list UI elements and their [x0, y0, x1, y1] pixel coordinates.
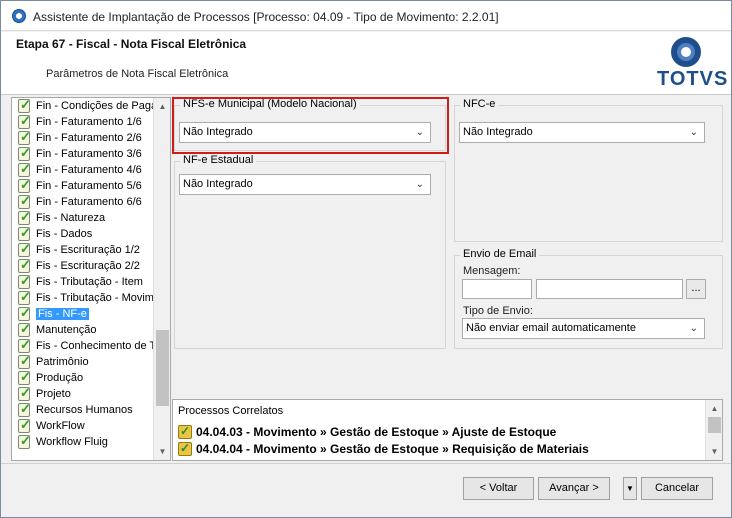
list-item[interactable]: Fis - Tributação - Item: [12, 273, 170, 290]
list-item[interactable]: Projeto: [12, 385, 170, 402]
wizard-window: Assistente de Implantação de Processos […: [0, 0, 732, 518]
totvs-logo-icon: [671, 37, 701, 67]
list-item[interactable]: Fis - Escrituração 2/2: [12, 257, 170, 274]
nfe-estadual-select[interactable]: Não Integrado ⌄: [179, 174, 431, 195]
email-group-title: Envio de Email: [460, 248, 540, 260]
check-icon: [18, 129, 31, 145]
chevron-down-icon: ⌄: [415, 179, 424, 190]
list-item[interactable]: Fin - Faturamento 4/6: [12, 161, 170, 178]
check-icon: [18, 209, 31, 225]
check-icon: [18, 177, 31, 193]
list-item-selected[interactable]: Fis - NF-e: [12, 305, 170, 322]
process-icon: [178, 440, 192, 456]
check-icon: [18, 321, 31, 337]
related-processes-panel: Processos Correlatos 04.04.03 - Moviment…: [172, 399, 723, 461]
check-icon: [18, 241, 31, 257]
message-description-input[interactable]: [536, 279, 683, 299]
process-icon: [178, 423, 192, 439]
check-icon: [18, 385, 31, 401]
next-button[interactable]: Avançar >: [538, 477, 610, 500]
highlight-box: [172, 97, 449, 154]
window-title: Assistente de Implantação de Processos […: [33, 10, 499, 24]
list-item[interactable]: Fin - Faturamento 6/6: [12, 193, 170, 210]
send-type-select[interactable]: Não enviar email automaticamente ⌄: [462, 318, 705, 339]
related-process-item[interactable]: 04.04.03 - Movimento » Gestão de Estoque…: [178, 423, 556, 440]
step-subtitle: Parâmetros de Nota Fiscal Eletrônica: [46, 68, 229, 80]
back-button[interactable]: < Voltar: [463, 477, 534, 500]
related-processes-title: Processos Correlatos: [178, 405, 284, 417]
scroll-up-icon[interactable]: ▲: [706, 400, 723, 417]
scroll-thumb[interactable]: [708, 417, 721, 433]
send-type-label: Tipo de Envio:: [463, 305, 533, 317]
check-icon: [18, 305, 31, 321]
scroll-up-icon[interactable]: ▲: [154, 98, 171, 115]
list-item[interactable]: Workflow Fluig: [12, 433, 170, 450]
app-icon: [12, 9, 26, 23]
list-item[interactable]: Fis - Escrituração 1/2: [12, 241, 170, 258]
nfce-group-title: NFC-e: [460, 98, 499, 110]
check-icon: [18, 161, 31, 177]
list-item[interactable]: Fin - Condições de Paga: [12, 98, 170, 114]
message-label: Mensagem:: [463, 265, 521, 277]
check-icon: [18, 257, 31, 273]
totvs-logo-text: TOTVS: [657, 68, 729, 90]
list-item[interactable]: WorkFlow: [12, 417, 170, 434]
list-item[interactable]: Fis - Conhecimento de T: [12, 337, 170, 354]
check-icon: [18, 225, 31, 241]
scroll-down-icon[interactable]: ▼: [706, 443, 723, 460]
chevron-down-icon: ⌄: [689, 323, 698, 334]
next-dropdown-button[interactable]: ▼: [623, 477, 637, 500]
check-icon: [18, 289, 31, 305]
check-icon: [18, 193, 31, 209]
footer-divider: [1, 463, 731, 464]
list-item[interactable]: Fis - Tributação - Movime: [12, 289, 170, 306]
related-process-item[interactable]: 04.04.04 - Movimento » Gestão de Estoque…: [178, 440, 589, 457]
chevron-down-icon: ⌄: [689, 127, 698, 138]
list-item[interactable]: Fin - Faturamento 5/6: [12, 177, 170, 194]
check-icon: [18, 337, 31, 353]
step-list[interactable]: Fin - Condições de Paga Fin - Faturament…: [11, 97, 171, 461]
list-item[interactable]: Fin - Faturamento 3/6: [12, 145, 170, 162]
check-icon: [18, 353, 31, 369]
message-code-input[interactable]: [462, 279, 532, 299]
check-icon: [18, 417, 31, 433]
list-item[interactable]: Patrimônio: [12, 353, 170, 370]
check-icon: [18, 98, 31, 113]
scroll-down-icon[interactable]: ▼: [154, 443, 171, 460]
list-item[interactable]: Produção: [12, 369, 170, 386]
nfce-select[interactable]: Não Integrado ⌄: [459, 122, 705, 143]
step-list-scrollbar[interactable]: ▲ ▼: [153, 98, 170, 460]
list-item[interactable]: Manutenção: [12, 321, 170, 338]
cancel-button[interactable]: Cancelar: [641, 477, 713, 500]
list-item[interactable]: Fin - Faturamento 2/6: [12, 129, 170, 146]
check-icon: [18, 145, 31, 161]
scroll-thumb[interactable]: [156, 330, 169, 406]
list-item[interactable]: Fis - Natureza: [12, 209, 170, 226]
step-title: Etapa 67 - Fiscal - Nota Fiscal Eletrôni…: [16, 37, 247, 51]
wizard-header: Etapa 67 - Fiscal - Nota Fiscal Eletrôni…: [1, 32, 731, 95]
nfe-estadual-group-title: NF-e Estadual: [180, 154, 257, 166]
check-icon: [18, 369, 31, 385]
check-icon: [18, 433, 31, 449]
check-icon: [18, 113, 31, 129]
list-item[interactable]: Fin - Faturamento 1/6: [12, 113, 170, 130]
browse-message-button[interactable]: ...: [686, 279, 706, 299]
title-bar: Assistente de Implantação de Processos […: [1, 1, 731, 31]
list-item[interactable]: Fis - Dados: [12, 225, 170, 242]
related-processes-scrollbar[interactable]: ▲ ▼: [705, 400, 722, 460]
check-icon: [18, 273, 31, 289]
check-icon: [18, 401, 31, 417]
list-item[interactable]: Recursos Humanos: [12, 401, 170, 418]
